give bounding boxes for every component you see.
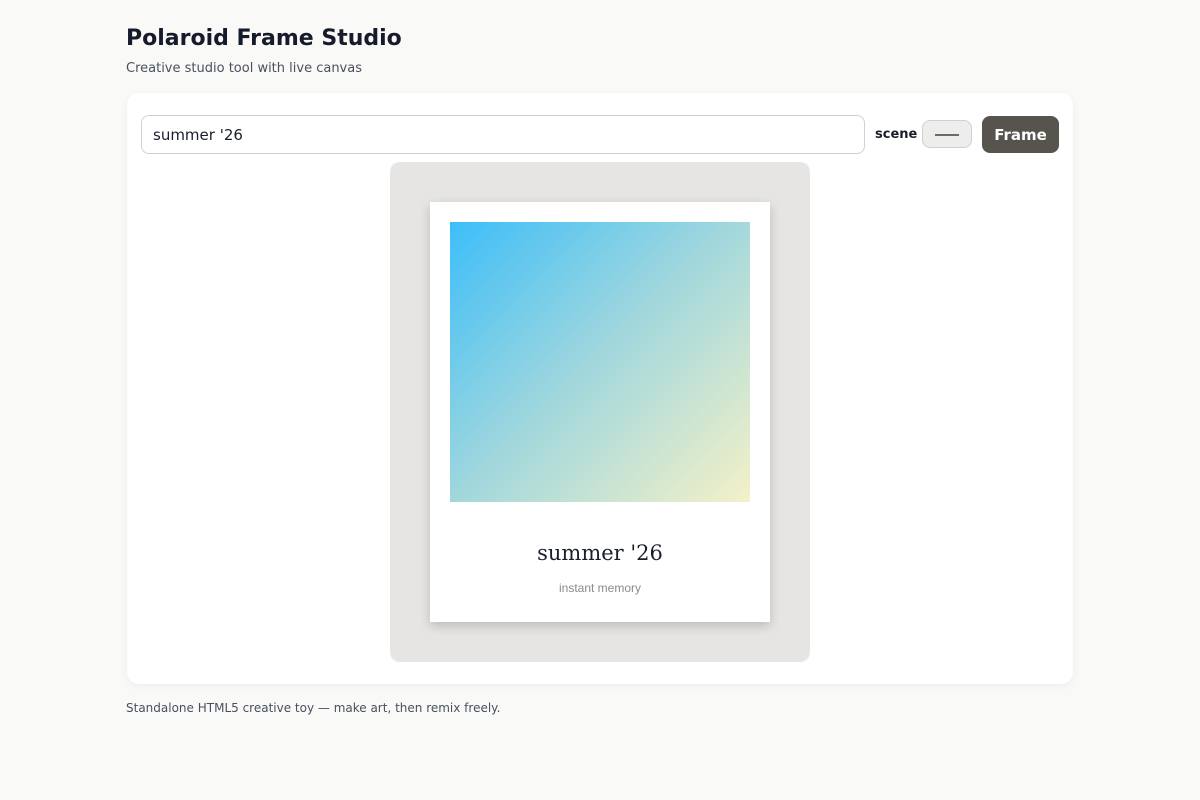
page-title: Polaroid Frame Studio	[126, 26, 402, 51]
footer-text: Standalone HTML5 creative toy — make art…	[126, 701, 501, 715]
studio-card: scene Frame summer '26 instant memory	[127, 93, 1073, 684]
photo-gradient	[450, 222, 750, 502]
frame-button[interactable]: Frame	[982, 116, 1059, 153]
polaroid-frame: summer '26 instant memory	[430, 202, 770, 622]
scene-select[interactable]	[922, 120, 972, 148]
dash-icon	[935, 134, 959, 136]
page-subtitle: Creative studio tool with live canvas	[126, 61, 362, 76]
scene-label: scene	[875, 127, 918, 142]
caption-input[interactable]	[141, 115, 865, 154]
polaroid-subcaption: instant memory	[558, 581, 642, 595]
canvas-stage: summer '26 instant memory	[390, 162, 810, 662]
polaroid-caption: summer '26	[537, 541, 663, 565]
